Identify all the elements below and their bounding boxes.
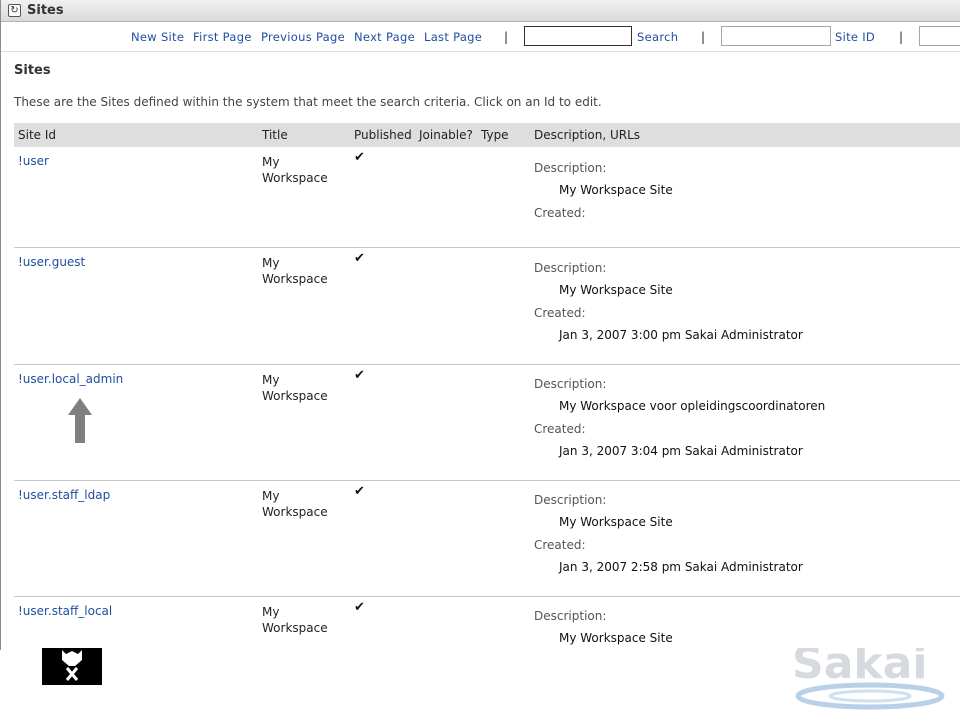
description-value: My Workspace voor opleidingscoordinatore… <box>559 399 826 413</box>
tool-titlebar: ↻ Sites <box>1 0 960 22</box>
site-title: My Workspace <box>262 605 328 635</box>
site-id-link[interactable]: !user.guest <box>18 255 85 269</box>
created-label: Created: <box>534 206 586 220</box>
site-title: My Workspace <box>262 373 328 403</box>
column-header-joinable[interactable]: Joinable? <box>419 128 473 142</box>
site-title: My Workspace <box>262 256 328 286</box>
column-header-type[interactable]: Type <box>481 128 509 142</box>
created-label: Created: <box>534 538 586 552</box>
created-value: Jan 3, 2007 3:00 pm Sakai Administrator <box>559 328 803 342</box>
first-page-link[interactable]: First Page <box>193 30 252 44</box>
toolbar-separator: | <box>504 30 509 44</box>
published-check-icon: ✔ <box>354 251 365 266</box>
site-id-link[interactable]: Site ID <box>835 30 875 44</box>
created-label: Created: <box>534 422 586 436</box>
toolbar-separator: | <box>701 30 706 44</box>
tool-title: Sites <box>27 3 64 18</box>
description-value: My Workspace Site <box>559 283 673 297</box>
next-page-link[interactable]: Next Page <box>354 30 415 44</box>
published-check-icon: ✔ <box>354 600 365 615</box>
table-row: !user.staff_ldap My Workspace ✔ Descript… <box>14 481 960 597</box>
previous-page-link[interactable]: Previous Page <box>261 30 345 44</box>
search-input[interactable] <box>524 26 632 46</box>
created-value: Jan 3, 2007 3:04 pm Sakai Administrator <box>559 444 803 458</box>
table-header: Site Id Title Published Joinable? Type D… <box>14 123 960 147</box>
created-value: Jan 3, 2007 2:58 pm Sakai Administrator <box>559 560 803 574</box>
sites-tool-frame: ↻ Sites New Site First Page Previous Pag… <box>0 0 960 650</box>
instructions-text: These are the Sites defined within the s… <box>14 95 602 109</box>
extra-input[interactable] <box>919 26 960 46</box>
created-label: Created: <box>534 306 586 320</box>
description-value: My Workspace Site <box>559 631 673 645</box>
column-header-site-id[interactable]: Site Id <box>18 128 56 142</box>
site-id-link[interactable]: !user.staff_ldap <box>18 488 110 502</box>
column-header-title[interactable]: Title <box>262 128 288 142</box>
site-id-link[interactable]: !user.staff_local <box>18 604 112 618</box>
description-label: Description: <box>534 609 607 623</box>
table-row: !user.staff_local My Workspace ✔ Descrip… <box>14 597 960 650</box>
column-header-published[interactable]: Published <box>354 128 412 142</box>
column-header-description[interactable]: Description, URLs <box>534 128 640 142</box>
description-value: My Workspace Site <box>559 183 673 197</box>
published-check-icon: ✔ <box>354 368 365 383</box>
up-arrow-icon <box>68 398 92 443</box>
table-row: !user My Workspace ✔ Description: My Wor… <box>14 147 960 248</box>
site-title: My Workspace <box>262 155 328 185</box>
published-check-icon: ✔ <box>354 150 365 165</box>
description-label: Description: <box>534 377 607 391</box>
table-row: !user.guest My Workspace ✔ Description: … <box>14 248 960 365</box>
sakai-logo: Sakai <box>790 638 960 714</box>
page-heading: Sites <box>14 63 51 78</box>
description-value: My Workspace Site <box>559 515 673 529</box>
published-check-icon: ✔ <box>354 484 365 499</box>
toolbar-separator: | <box>899 30 904 44</box>
toolbar: New Site First Page Previous Page Next P… <box>1 22 960 52</box>
university-logo <box>42 648 102 685</box>
last-page-link[interactable]: Last Page <box>424 30 482 44</box>
site-id-link[interactable]: !user <box>18 154 49 168</box>
site-id-input[interactable] <box>721 26 831 46</box>
description-label: Description: <box>534 493 607 507</box>
table-row: !user.local_admin My Workspace ✔ Descrip… <box>14 365 960 481</box>
new-site-link[interactable]: New Site <box>131 30 184 44</box>
site-id-link[interactable]: !user.local_admin <box>18 372 123 386</box>
site-title: My Workspace <box>262 489 328 519</box>
description-label: Description: <box>534 161 607 175</box>
search-link[interactable]: Search <box>637 30 678 44</box>
refresh-icon[interactable]: ↻ <box>8 4 21 17</box>
description-label: Description: <box>534 261 607 275</box>
